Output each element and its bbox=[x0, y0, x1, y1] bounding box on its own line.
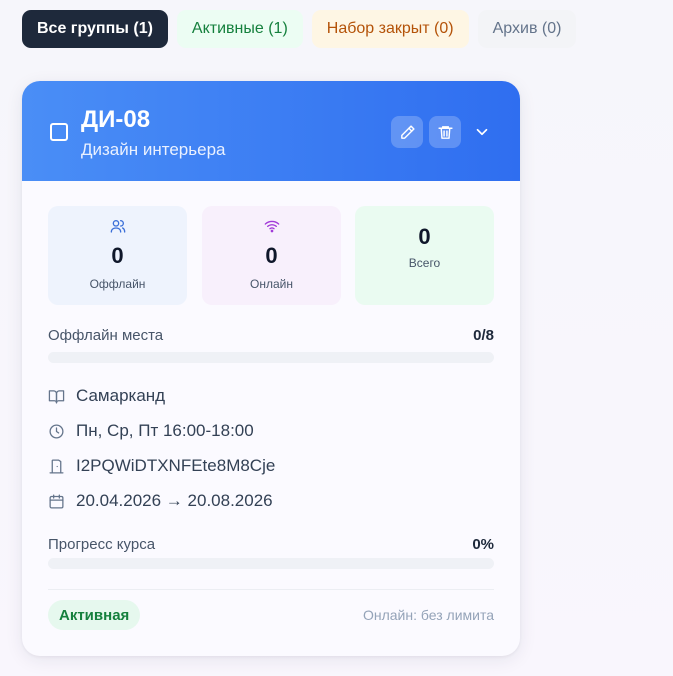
offline-seats-bar bbox=[48, 352, 494, 363]
offline-count: 0 bbox=[111, 243, 124, 268]
offline-students-stat: 0 Оффлайн bbox=[48, 206, 187, 305]
online-count: 0 bbox=[265, 243, 278, 268]
group-select-checkbox[interactable] bbox=[50, 123, 68, 141]
pencil-icon bbox=[400, 124, 415, 139]
wifi-icon bbox=[264, 220, 279, 233]
total-count: 0 bbox=[418, 224, 431, 249]
location-text: Самарканд bbox=[76, 386, 166, 405]
group-card: ДИ-08 Дизайн интерьера 0 Оффлайн 0 Онлай… bbox=[22, 81, 520, 656]
online-students-stat: 0 Онлайн bbox=[202, 206, 341, 305]
course-progress-value: 0% bbox=[472, 536, 494, 553]
calendar-icon bbox=[49, 493, 64, 509]
chevron-down-icon bbox=[476, 128, 488, 136]
course-progress-bar bbox=[48, 558, 494, 569]
tab-active[interactable]: Активные (1) bbox=[176, 10, 303, 48]
tab-archive[interactable]: Архив (0) bbox=[477, 10, 577, 48]
group-filter-tabs: Все группы (1) Активные (1) Набор закрыт… bbox=[22, 10, 577, 48]
course-progress-label: Прогресс курса bbox=[48, 536, 156, 553]
schedule-text: Пн, Ср, Пт 16:00-18:00 bbox=[76, 421, 254, 440]
clock-icon bbox=[49, 423, 64, 439]
group-code: ДИ-08 bbox=[81, 106, 151, 133]
online-label: Онлайн bbox=[250, 277, 293, 291]
tab-enrollment-closed[interactable]: Набор закрыт (0) bbox=[311, 10, 469, 48]
online-limit-text: Онлайн: без лимита bbox=[362, 607, 494, 623]
tab-all-groups[interactable]: Все группы (1) bbox=[22, 10, 168, 48]
dates-row: 20.04.2026 → 20.08.2026 bbox=[48, 491, 273, 511]
offline-label: Оффлайн bbox=[89, 277, 146, 291]
location-row: Самарканд bbox=[48, 386, 165, 406]
users-icon bbox=[110, 220, 125, 233]
group-card-header: ДИ-08 Дизайн интерьера bbox=[22, 81, 520, 181]
status-badge: Активная bbox=[48, 600, 141, 630]
schedule-row: Пн, Ср, Пт 16:00-18:00 bbox=[48, 421, 254, 441]
room-text: I2PQWiDTXNFEte8M8Cje bbox=[76, 456, 276, 475]
group-course-name: Дизайн интерьера bbox=[81, 140, 226, 159]
room-row: I2PQWiDTXNFEte8M8Cje bbox=[48, 456, 275, 476]
book-icon bbox=[48, 389, 65, 404]
card-divider bbox=[48, 589, 494, 590]
offline-seats-value: 0/8 bbox=[473, 327, 494, 344]
door-icon bbox=[49, 458, 64, 474]
dates-text: 20.04.2026 → 20.08.2026 bbox=[76, 491, 273, 510]
expand-button[interactable] bbox=[471, 121, 493, 143]
total-students-stat: 0 Всего bbox=[355, 206, 494, 305]
delete-button[interactable] bbox=[429, 116, 461, 148]
trash-icon bbox=[437, 125, 453, 139]
edit-button[interactable] bbox=[391, 116, 423, 148]
total-label: Всего bbox=[408, 256, 441, 270]
offline-seats-label: Оффлайн места bbox=[48, 327, 164, 344]
